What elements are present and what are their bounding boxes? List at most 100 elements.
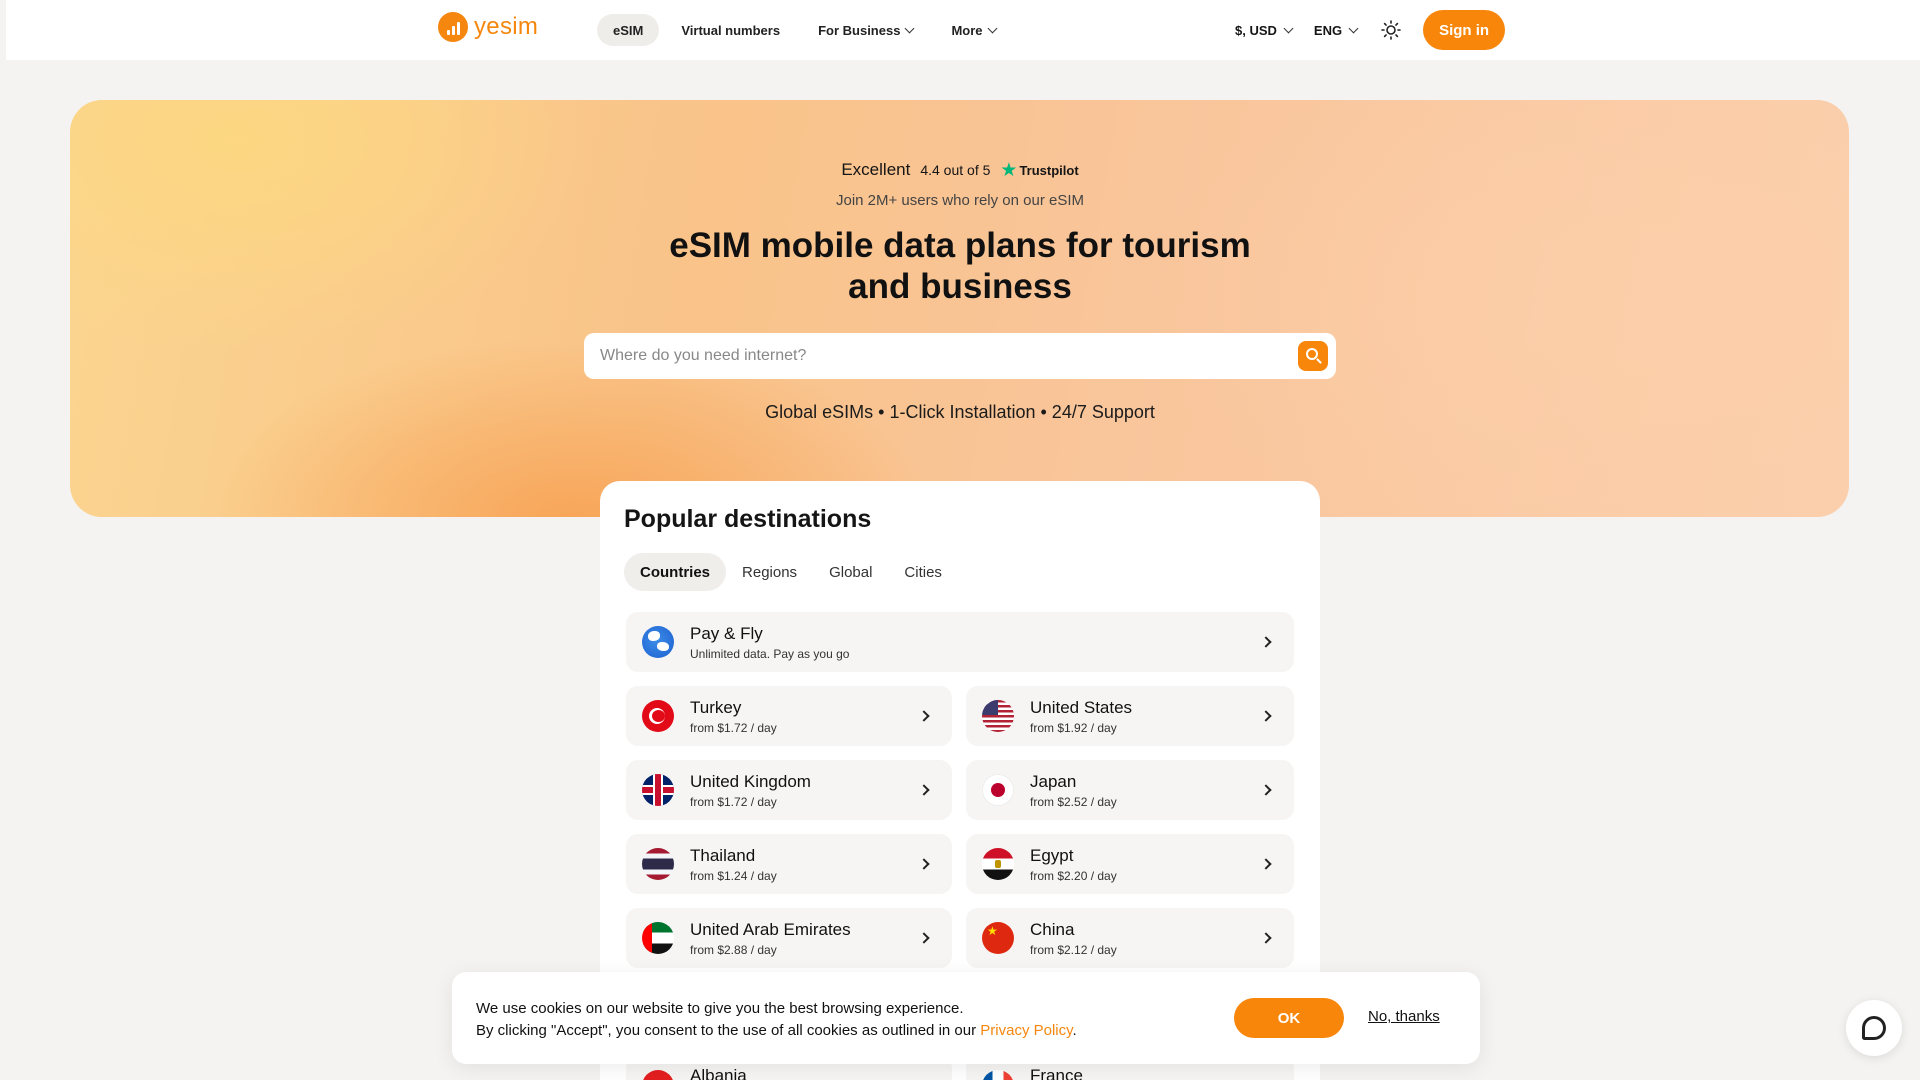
language-selector[interactable]: ENG bbox=[1313, 22, 1359, 38]
nav-label: More bbox=[951, 22, 983, 38]
egypt-flag-icon bbox=[982, 848, 1014, 880]
destination-price: from $1.92 / day bbox=[1030, 720, 1117, 735]
currency-selector[interactable]: $, USD bbox=[1235, 22, 1294, 38]
top-header: yesim eSIM Virtual numbers For Business … bbox=[6, 0, 1920, 60]
nav-item-virtual-numbers[interactable]: Virtual numbers bbox=[665, 14, 796, 46]
destination-price: from $1.72 / day bbox=[690, 794, 777, 809]
chevron-down-icon bbox=[1283, 23, 1294, 33]
destination-price: from $2.12 / day bbox=[1030, 942, 1117, 957]
destination-price: from $2.88 / day bbox=[690, 942, 777, 957]
chevron-right-icon bbox=[918, 710, 930, 722]
destination-price: from $2.20 / day bbox=[1030, 868, 1117, 883]
logo[interactable]: yesim bbox=[438, 12, 538, 42]
cookie-banner: We use cookies on our website to give yo… bbox=[452, 972, 1480, 1064]
chevron-right-icon bbox=[1260, 710, 1272, 722]
header-actions: $, USD ENG Sign in bbox=[1235, 10, 1506, 50]
destination-turkey[interactable]: Turkey from $1.72 / day bbox=[626, 686, 952, 746]
uk-flag-icon bbox=[642, 774, 674, 806]
turkey-flag-icon bbox=[642, 700, 674, 732]
chevron-right-icon bbox=[918, 932, 930, 944]
destination-united-arab-emirates[interactable]: United Arab Emirates from $2.88 / day bbox=[626, 908, 952, 968]
nav-label: eSIM bbox=[613, 22, 644, 38]
china-flag-icon bbox=[982, 922, 1014, 954]
search-bar bbox=[584, 333, 1336, 379]
search-icon bbox=[1306, 348, 1318, 360]
nav-label: Virtual numbers bbox=[681, 22, 781, 38]
rating-word: Excellent bbox=[841, 160, 911, 179]
cookie-line: By clicking "Accept", you consent to the… bbox=[476, 1020, 1077, 1042]
nav-item-for-business[interactable]: For Business bbox=[802, 14, 929, 46]
tab-global[interactable]: Global bbox=[813, 553, 888, 591]
title-line: eSIM mobile data plans for tourism bbox=[669, 226, 1251, 265]
logo-text: yesim bbox=[474, 13, 539, 40]
cookie-ok-button[interactable]: OK bbox=[1234, 998, 1344, 1038]
nav-item-esim[interactable]: eSIM bbox=[597, 14, 660, 46]
destination-name: United Kingdom bbox=[690, 771, 811, 791]
sun-icon[interactable] bbox=[1381, 20, 1401, 40]
destination-name: Japan bbox=[1030, 771, 1077, 791]
destination-name: Albania bbox=[690, 1066, 747, 1080]
cookie-line: We use cookies on our website to give yo… bbox=[476, 1000, 964, 1017]
page-title: eSIM mobile data plans for tourism and b… bbox=[0, 225, 1920, 307]
destination-name: Turkey bbox=[690, 697, 742, 717]
globe-icon bbox=[642, 626, 674, 658]
destination-name: Thailand bbox=[690, 845, 756, 865]
destination-name: France bbox=[1030, 1066, 1083, 1080]
title-line: and business bbox=[848, 267, 1072, 306]
currency-label: $, USD bbox=[1235, 22, 1277, 38]
chevron-right-icon bbox=[1260, 858, 1272, 870]
chevron-right-icon bbox=[1260, 932, 1272, 944]
uae-flag-icon bbox=[642, 922, 674, 954]
france-flag-icon bbox=[982, 1070, 1014, 1080]
chevron-right-icon bbox=[918, 784, 930, 796]
destination-name: Pay & Fly bbox=[690, 623, 763, 643]
chat-icon bbox=[1862, 1016, 1886, 1040]
cookie-no-thanks-link[interactable]: No, thanks bbox=[1368, 1008, 1440, 1025]
destination-united-kingdom[interactable]: United Kingdom from $1.72 / day bbox=[626, 760, 952, 820]
join-text: Join 2M+ users who rely on our eSIM bbox=[835, 192, 1085, 209]
albania-flag-icon bbox=[642, 1070, 674, 1080]
trustpilot-rating[interactable]: Excellent 4.4 out of 5 ★ Trustpilot bbox=[0, 160, 1920, 180]
nav-label: For Business bbox=[818, 22, 901, 38]
destination-egypt[interactable]: Egypt from $2.20 / day bbox=[966, 834, 1294, 894]
destination-price: from $1.24 / day bbox=[690, 868, 777, 883]
tab-regions[interactable]: Regions bbox=[726, 553, 813, 591]
destination-name: United States bbox=[1030, 697, 1133, 717]
thailand-flag-icon bbox=[642, 848, 674, 880]
chevron-down-icon bbox=[987, 23, 997, 33]
chevron-right-icon bbox=[918, 858, 930, 870]
star-icon: ★ bbox=[1000, 159, 1018, 181]
destination-name: Egypt bbox=[1030, 845, 1074, 865]
chevron-right-icon bbox=[1260, 784, 1272, 796]
logo-icon bbox=[438, 12, 468, 42]
chat-widget-button[interactable] bbox=[1846, 1000, 1902, 1056]
destination-price: from $2.52 / day bbox=[1030, 794, 1117, 809]
usa-flag-icon bbox=[982, 700, 1014, 732]
destination-united-states[interactable]: United States from $1.92 / day bbox=[966, 686, 1294, 746]
destination-tabs: Countries Regions Global Cities bbox=[624, 553, 958, 591]
privacy-policy-link[interactable]: Privacy Policy bbox=[980, 1022, 1072, 1039]
trustpilot-logo: ★ Trustpilot bbox=[1000, 161, 1078, 180]
cookie-line-text: By clicking "Accept", you consent to the… bbox=[476, 1022, 981, 1039]
tab-countries[interactable]: Countries bbox=[624, 553, 727, 591]
destination-china[interactable]: China from $2.12 / day bbox=[966, 908, 1294, 968]
destination-price: from $1.72 / day bbox=[690, 720, 777, 735]
main-nav: eSIM Virtual numbers For Business More bbox=[597, 14, 1012, 46]
search-button[interactable] bbox=[1298, 341, 1328, 371]
chevron-right-icon bbox=[1260, 636, 1272, 648]
features-text: Global eSIMs • 1-Click Installation • 24… bbox=[765, 402, 1155, 422]
trustpilot-label: Trustpilot bbox=[1019, 162, 1079, 178]
language-label: ENG bbox=[1313, 22, 1343, 38]
chevron-down-icon bbox=[904, 23, 915, 33]
cookie-message: We use cookies on our website to give yo… bbox=[476, 998, 1077, 1042]
japan-flag-icon bbox=[982, 774, 1014, 806]
nav-item-more[interactable]: More bbox=[935, 14, 1011, 46]
destination-pay-and-fly[interactable]: Pay & Fly Unlimited data. Pay as you go bbox=[626, 612, 1294, 672]
sign-in-button[interactable]: Sign in bbox=[1423, 10, 1506, 50]
search-input[interactable] bbox=[600, 347, 1298, 365]
destination-japan[interactable]: Japan from $2.52 / day bbox=[966, 760, 1294, 820]
destination-sub: Unlimited data. Pay as you go bbox=[690, 646, 850, 661]
destination-thailand[interactable]: Thailand from $1.24 / day bbox=[626, 834, 952, 894]
destination-name: United Arab Emirates bbox=[690, 919, 851, 939]
tab-cities[interactable]: Cities bbox=[888, 553, 958, 591]
